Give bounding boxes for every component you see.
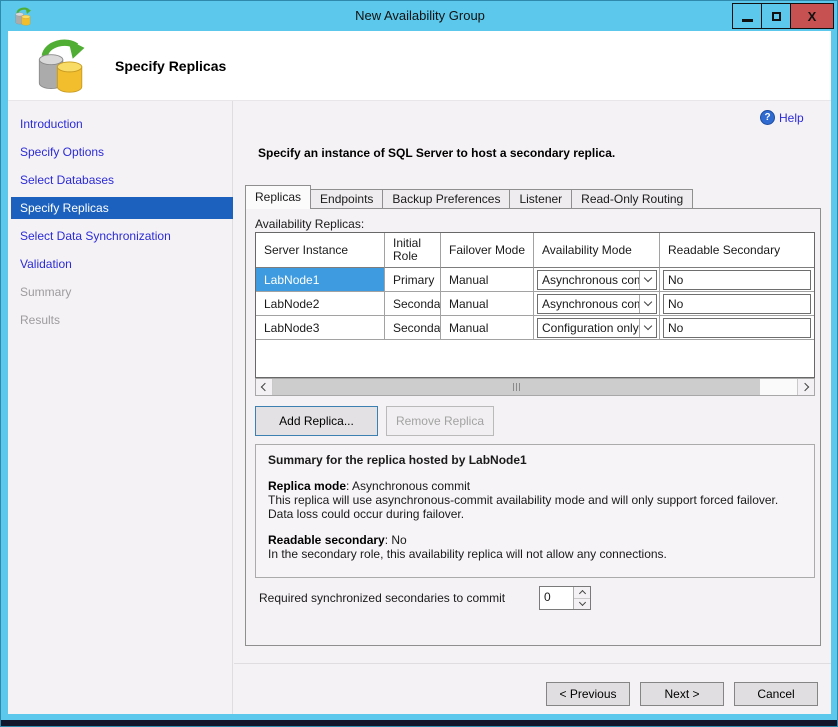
tab-listener[interactable]: Listener [510, 189, 572, 209]
spin-down-button[interactable] [574, 599, 590, 610]
sidebar-item-specify-replicas[interactable]: Specify Replicas [11, 197, 233, 219]
readable-secondary-value: : No [385, 533, 407, 547]
scroll-right-button[interactable] [797, 379, 814, 395]
replica-mode-label: Replica mode [268, 479, 346, 493]
sidebar-item-results: Results [11, 309, 233, 331]
availability-mode-select[interactable]: Asynchronous commit [537, 270, 657, 290]
window-title: New Availability Group [1, 1, 838, 31]
availability-mode-select[interactable]: Asynchronous commit [537, 294, 657, 314]
column-header-initial-role[interactable]: Initial Role [385, 233, 441, 268]
readable-secondary-select[interactable]: No [663, 318, 811, 338]
sidebar-item-select-data-synchronization[interactable]: Select Data Synchronization [11, 225, 233, 247]
availability-group-icon [35, 38, 87, 94]
cell-initial-role[interactable]: Secondary [385, 292, 441, 316]
availability-replicas-label: Availability Replicas: [255, 217, 364, 231]
column-header-readable-secondary[interactable]: Readable Secondary [660, 233, 815, 268]
tab-replicas[interactable]: Replicas [245, 185, 311, 209]
availability-replicas-grid: Server Instance Initial Role Failover Mo… [255, 232, 815, 378]
cell-server-instance[interactable]: LabNode2 [256, 292, 385, 316]
wizard-window: New Availability Group X Specify Replica… [0, 0, 838, 727]
column-header-availability-mode[interactable]: Availability Mode [534, 233, 660, 268]
sidebar-item-specify-options[interactable]: Specify Options [11, 141, 233, 163]
cell-failover-mode[interactable]: Manual [441, 316, 534, 340]
cell-initial-role[interactable]: Primary [385, 268, 441, 292]
tab-bar: Replicas Endpoints Backup Preferences Li… [245, 185, 693, 209]
minimize-button[interactable] [732, 3, 761, 29]
required-secondaries-label: Required synchronized secondaries to com… [259, 591, 505, 605]
grip-icon [513, 383, 521, 391]
replicas-tab-panel: Availability Replicas: Server Instance I… [245, 208, 821, 646]
summary-readable-secondary: Readable secondary: No In the secondary … [268, 533, 802, 561]
readable-secondary-select[interactable]: No [663, 294, 811, 314]
readable-secondary-select[interactable]: No [663, 270, 811, 290]
help-label: Help [779, 111, 804, 125]
readable-secondary-description: In the secondary role, this availability… [268, 547, 667, 561]
cell-failover-mode[interactable]: Manual [441, 292, 534, 316]
tab-backup-preferences[interactable]: Backup Preferences [383, 189, 510, 209]
help-icon: ? [760, 110, 775, 125]
tab-read-only-routing[interactable]: Read-Only Routing [572, 189, 693, 209]
tab-endpoints[interactable]: Endpoints [311, 189, 383, 209]
help-link[interactable]: ? Help [760, 110, 804, 125]
readable-secondary-label: Readable secondary [268, 533, 385, 547]
chevron-up-icon [578, 590, 585, 597]
chevron-down-icon [578, 599, 585, 606]
availability-mode-select[interactable]: Configuration only [537, 318, 657, 338]
sidebar-item-select-databases[interactable]: Select Databases [11, 169, 233, 191]
chevron-down-icon [639, 319, 656, 337]
summary-replica-mode: Replica mode: Asynchronous commit This r… [268, 479, 802, 521]
sidebar-item-summary: Summary [11, 281, 233, 303]
scroll-left-button[interactable] [256, 379, 273, 395]
chevron-right-icon [801, 383, 809, 391]
summary-title: Summary for the replica hosted by LabNod… [268, 453, 802, 467]
maximize-button[interactable] [761, 3, 790, 29]
remove-replica-button: Remove Replica [386, 406, 494, 436]
previous-button[interactable]: < Previous [546, 682, 630, 706]
spinner-value[interactable]: 0 [540, 587, 573, 609]
title-bar[interactable]: New Availability Group X [1, 1, 838, 31]
spin-up-button[interactable] [574, 587, 590, 599]
window-bottom-edge [1, 720, 838, 726]
chevron-left-icon [261, 383, 269, 391]
replica-mode-value: : Asynchronous commit [346, 479, 470, 493]
cancel-button[interactable]: Cancel [734, 682, 818, 706]
replica-mode-description: This replica will use asynchronous-commi… [268, 493, 778, 521]
wizard-header: Specify Replicas [8, 31, 831, 101]
window-body: Specify Replicas Introduction Specify Op… [8, 31, 831, 714]
maximize-icon [772, 12, 781, 21]
next-button[interactable]: Next > [640, 682, 724, 706]
grid-header-row: Server Instance Initial Role Failover Mo… [256, 233, 815, 268]
table-row[interactable]: LabNode2 Secondary Manual Asynchronous c… [256, 292, 815, 316]
footer-divider [234, 663, 831, 664]
close-button[interactable]: X [790, 3, 834, 29]
chevron-down-icon [639, 295, 656, 313]
column-header-server-instance[interactable]: Server Instance [256, 233, 385, 268]
sidebar-item-validation[interactable]: Validation [11, 253, 233, 275]
minimize-icon [742, 19, 753, 22]
wizard-steps-sidebar: Introduction Specify Options Select Data… [8, 101, 233, 714]
cell-initial-role[interactable]: Secondary [385, 316, 441, 340]
table-row[interactable]: LabNode3 Secondary Manual Configuration … [256, 316, 815, 340]
cell-server-instance[interactable]: LabNode1 [256, 268, 385, 292]
required-secondaries-spinner[interactable]: 0 [539, 586, 591, 610]
instruction-text: Specify an instance of SQL Server to hos… [258, 146, 615, 160]
wizard-content: ? Help Specify an instance of SQL Server… [234, 101, 831, 714]
horizontal-scrollbar[interactable] [255, 378, 815, 396]
replica-summary-panel: Summary for the replica hosted by LabNod… [255, 444, 815, 578]
chevron-down-icon [639, 271, 656, 289]
add-replica-button[interactable]: Add Replica... [255, 406, 378, 436]
cell-failover-mode[interactable]: Manual [441, 268, 534, 292]
cell-server-instance[interactable]: LabNode3 [256, 316, 385, 340]
sidebar-item-introduction[interactable]: Introduction [11, 113, 233, 135]
scrollbar-thumb[interactable] [273, 379, 760, 395]
table-row[interactable]: LabNode1 Primary Manual Asynchronous com… [256, 268, 815, 292]
close-icon: X [808, 9, 817, 24]
column-header-failover-mode[interactable]: Failover Mode [441, 233, 534, 268]
page-title: Specify Replicas [115, 31, 226, 101]
